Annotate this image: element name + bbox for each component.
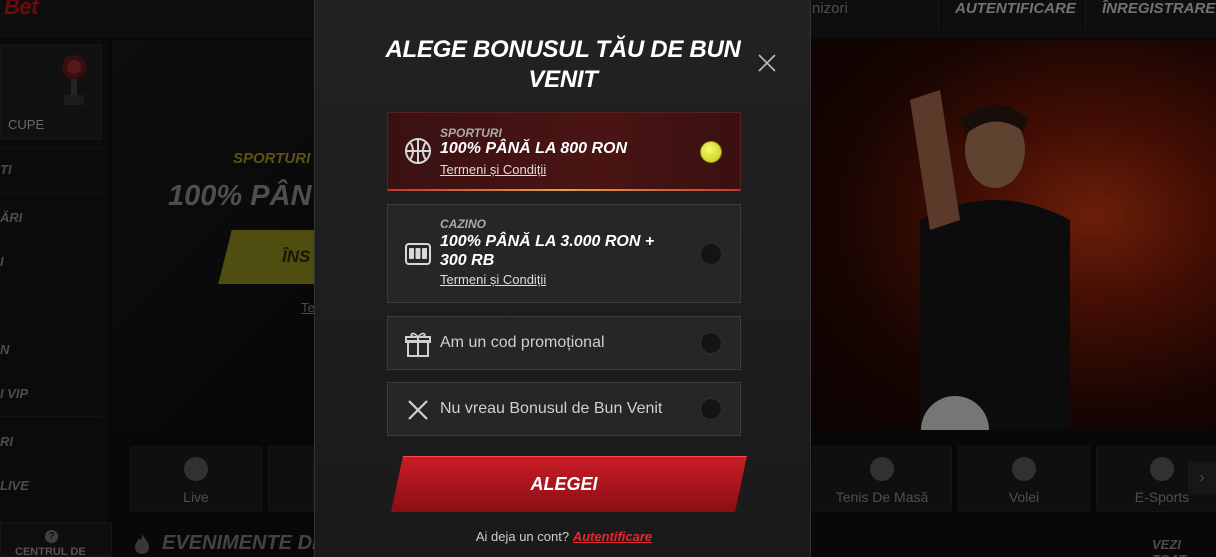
bonus-option-casino[interactable]: CAZINO 100% PÂNĂ LA 3.000 RON + 300 RB T… (387, 204, 741, 303)
bonus-option-promo-code[interactable]: Am un cod promoțional (387, 316, 741, 370)
login-prompt: Ai deja un cont? Autentificare (387, 529, 741, 544)
login-link[interactable]: Autentificare (573, 529, 652, 544)
terms-link[interactable]: Termeni și Condiții (440, 162, 546, 177)
radio-unselected[interactable] (700, 398, 722, 420)
welcome-bonus-modal: ALEGE BONUSUL TĂU DE BUN VENIT SPORTURI … (314, 0, 811, 557)
option-label: Am un cod promoțional (440, 334, 605, 351)
terms-link[interactable]: Termeni și Condiții (440, 272, 546, 287)
login-prompt-text: Ai deja un cont? (475, 529, 570, 544)
bonus-category: SPORTURI (440, 126, 502, 140)
radio-selected[interactable] (700, 141, 722, 163)
bonus-category: CAZINO (440, 217, 486, 231)
bonus-amount: 100% PÂNĂ LA 800 RON (440, 140, 628, 157)
bonus-option-sports[interactable]: SPORTURI 100% PÂNĂ LA 800 RON Termeni și… (387, 112, 741, 191)
bonus-amount: 100% PÂNĂ LA 3.000 RON + 300 RB (440, 233, 655, 269)
gift-icon (405, 332, 431, 357)
screen: Bet nizori AUTENTIFICARE ÎNREGISTRARE CU… (0, 0, 1216, 557)
bonus-option-no-bonus[interactable]: Nu vreau Bonusul de Bun Venit (387, 382, 741, 436)
radio-unselected[interactable] (700, 243, 722, 265)
radio-unselected[interactable] (700, 332, 722, 354)
x-icon (408, 400, 428, 420)
modal-title: ALEGE BONUSUL TĂU DE BUN VENIT (385, 36, 741, 93)
basketball-icon (405, 138, 431, 164)
option-label: Nu vreau Bonusul de Bun Venit (440, 400, 663, 417)
slot-machine-icon (405, 243, 431, 265)
close-icon[interactable] (756, 52, 778, 74)
choose-bonus-button[interactable] (391, 456, 747, 512)
